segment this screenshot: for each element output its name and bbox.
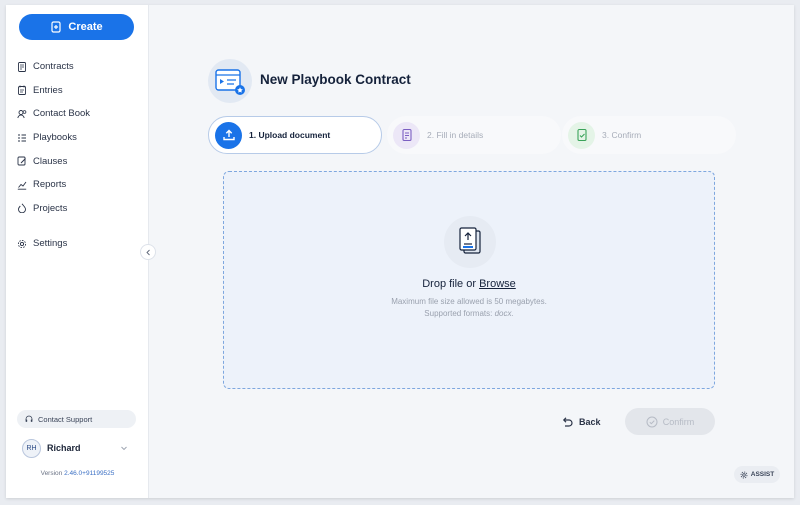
step-label: 3. Confirm	[602, 130, 642, 140]
headset-icon	[25, 415, 33, 422]
sidebar-item-projects[interactable]: Projects	[17, 197, 142, 221]
sidebar-item-playbooks[interactable]: Playbooks	[17, 126, 142, 150]
sidebar-nav: Contracts Entries Contact Book Playbooks…	[17, 55, 142, 256]
app-window: Create Contracts Entries Contact Book Pl…	[6, 5, 794, 498]
sidebar-item-label: Contracts	[33, 61, 74, 73]
sidebar-item-clauses[interactable]: Clauses	[17, 149, 142, 173]
projects-icon	[18, 203, 26, 214]
page-title: New Playbook Contract	[260, 72, 411, 87]
file-upload-icon	[444, 216, 496, 268]
version-number: 2.46.0+91199525	[64, 470, 115, 477]
sidebar-item-settings[interactable]: Settings	[17, 232, 142, 256]
reports-icon	[17, 181, 27, 190]
sidebar-item-label: Entries	[33, 84, 63, 96]
undo-arrow-icon	[562, 417, 573, 427]
user-menu[interactable]: RH Richard	[22, 438, 128, 458]
file-dropzone[interactable]: Drop file or Browse Maximum file size al…	[223, 171, 715, 389]
confirm-button[interactable]: Confirm	[625, 408, 715, 435]
sidebar-item-label: Playbooks	[33, 132, 77, 144]
avatar: RH	[22, 438, 41, 458]
version-prefix: Version	[40, 470, 63, 477]
contract-icon	[18, 61, 26, 72]
assist-button[interactable]: ASSIST	[734, 466, 780, 483]
sidebar-collapse-button[interactable]	[140, 244, 156, 260]
step-fill-in-details[interactable]: 2. Fill in details	[387, 116, 561, 154]
contact-book-icon	[17, 110, 27, 119]
upload-icon	[222, 129, 235, 141]
supported-formats-note: Supported formats: docx.	[224, 309, 714, 318]
chevron-down-icon	[121, 446, 127, 451]
sidebar-item-label: Settings	[33, 238, 68, 250]
sidebar-item-contact-book[interactable]: Contact Book	[17, 102, 142, 126]
sidebar-item-label: Projects	[33, 202, 68, 214]
sidebar-item-reports[interactable]: Reports	[17, 173, 142, 197]
create-button[interactable]: Create	[19, 14, 134, 40]
sidebar-item-label: Clauses	[33, 155, 68, 167]
step-label: 1. Upload document	[249, 130, 331, 140]
browse-link[interactable]: Browse	[479, 278, 516, 290]
formats-value: docx.	[494, 309, 514, 318]
sidebar-item-label: Contact Book	[33, 108, 91, 120]
upload-file-icon	[459, 227, 481, 254]
assist-label: ASSIST	[750, 471, 775, 478]
step-confirm[interactable]: 3. Confirm	[562, 116, 736, 154]
step-circle	[568, 121, 595, 149]
contract-template-icon	[215, 69, 245, 95]
back-button-label: Back	[579, 417, 601, 427]
gear-icon	[17, 239, 27, 249]
add-document-icon	[51, 21, 61, 33]
clauses-icon	[17, 156, 26, 166]
sidebar-item-contracts[interactable]: Contracts	[17, 55, 142, 79]
step-circle	[393, 121, 420, 149]
user-name: Richard	[47, 443, 81, 453]
playbooks-icon	[18, 134, 26, 142]
step-label: 2. Fill in details	[427, 130, 484, 140]
max-file-size-note: Maximum file size allowed is 50 megabyte…	[391, 297, 547, 306]
formats-prefix: Supported formats:	[424, 309, 493, 318]
assist-gear-icon	[740, 471, 748, 478]
dropzone-text-prefix: Drop file or	[422, 278, 477, 290]
entries-icon	[18, 85, 26, 96]
main-content: New Playbook Contract 1. Upload document…	[149, 5, 794, 498]
document-edit-icon	[401, 128, 412, 142]
check-circle-icon	[646, 416, 658, 427]
dropzone-instruction: Drop file or Browse	[224, 278, 714, 290]
sidebar: Create Contracts Entries Contact Book Pl…	[6, 5, 149, 498]
document-check-icon	[576, 128, 587, 142]
contact-support-label: Contact Support	[38, 414, 93, 424]
chevron-left-icon	[145, 249, 150, 255]
app-version: Version 2.46.0+91199525	[6, 470, 149, 477]
step-circle	[215, 121, 242, 149]
confirm-button-label: Confirm	[662, 416, 695, 427]
sidebar-item-entries[interactable]: Entries	[17, 79, 142, 103]
playbook-contract-icon	[208, 59, 252, 103]
create-button-label: Create	[68, 21, 103, 33]
sidebar-item-label: Reports	[33, 179, 67, 191]
step-upload-document[interactable]: 1. Upload document	[208, 116, 382, 154]
contact-support-button[interactable]: Contact Support	[17, 410, 136, 428]
back-button[interactable]: Back	[561, 413, 601, 431]
